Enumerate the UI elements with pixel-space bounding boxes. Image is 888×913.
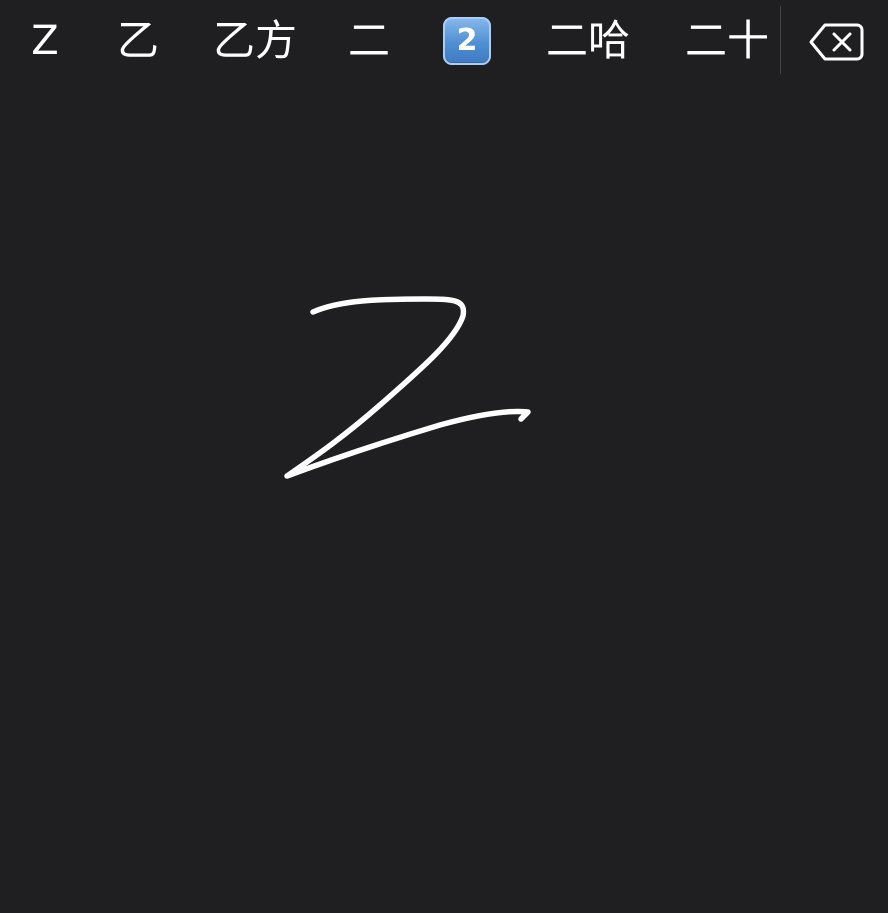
handwriting-keyboard-screen: Z 乙 乙方 二 2 二哈 二十 [0,0,888,913]
candidate-yi[interactable]: 乙 [110,10,166,72]
candidate-erha[interactable]: 二哈 [536,10,640,72]
candidate-er[interactable]: 二 [340,10,398,72]
candidate-z[interactable]: Z [20,10,70,72]
handwriting-canvas[interactable] [0,84,888,913]
delete-backspace-icon [809,23,864,61]
candidate-ershi[interactable]: 二十 [676,10,778,72]
keycap-digit: 2 [456,23,478,58]
handwritten-z-stroke [284,296,531,479]
candidate-yifang[interactable]: 乙方 [204,10,306,72]
delete-button[interactable] [800,14,872,70]
candidate-bar: Z 乙 乙方 二 2 二哈 二十 [0,0,888,84]
keycap-two-emoji-icon: 2 [443,17,491,65]
candidate-keycap-two[interactable]: 2 [440,10,494,72]
candidate-divider [780,6,781,74]
